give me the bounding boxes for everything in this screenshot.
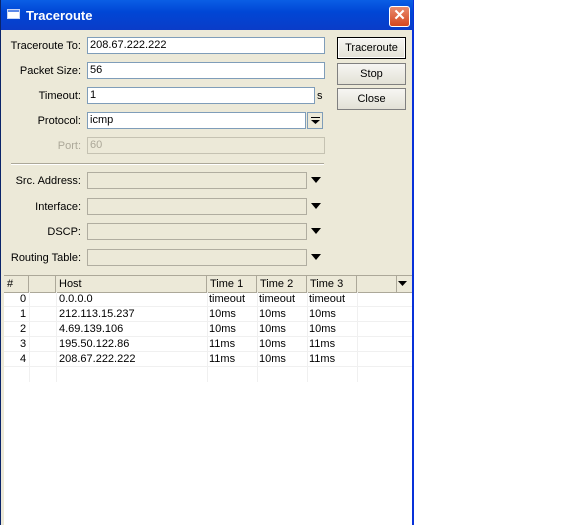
row-time1: 11ms <box>209 353 236 365</box>
close-window-button[interactable]: ✕ <box>389 6 410 27</box>
column-header-host[interactable]: Host <box>56 276 207 292</box>
row-host: 0.0.0.0 <box>59 293 93 305</box>
column-divider <box>207 292 208 382</box>
packet-size-label: Packet Size: <box>19 65 81 77</box>
packet-size-input[interactable]: 56 <box>87 62 325 79</box>
src-address-dropdown-icon[interactable] <box>311 177 323 185</box>
column-header-number[interactable]: # <box>4 276 29 292</box>
row-host: 208.67.222.222 <box>59 353 136 365</box>
close-button[interactable]: Close <box>337 88 406 110</box>
row-time2: 10ms <box>259 323 286 335</box>
results-table: # Host Time 1 Time 2 Time 3 0 0.0.0.0 ti… <box>4 275 412 526</box>
column-divider <box>307 292 308 382</box>
dscp-label: DSCP: <box>47 226 81 238</box>
timeout-label: Timeout: <box>38 90 81 102</box>
table-row[interactable]: 3 195.50.122.86 11ms 10ms 11ms <box>4 337 412 352</box>
row-time3: 11ms <box>309 353 336 365</box>
row-host: 195.50.122.86 <box>59 338 130 350</box>
column-header-flag[interactable] <box>29 276 56 292</box>
row-time2: 10ms <box>259 308 286 320</box>
routing-table-select[interactable] <box>87 249 307 266</box>
row-time3: 10ms <box>309 323 336 335</box>
column-header-time3[interactable]: Time 3 <box>307 276 357 292</box>
timeout-input[interactable]: 1 <box>87 87 315 104</box>
row-time1: timeout <box>209 293 246 305</box>
column-divider <box>257 292 258 382</box>
routing-table-dropdown-icon[interactable] <box>311 254 323 262</box>
interface-label: Interface: <box>35 201 81 213</box>
traceroute-to-input[interactable]: 208.67.222.222 <box>87 37 325 54</box>
column-header-filler <box>357 276 397 292</box>
column-divider <box>357 292 358 382</box>
row-time1: 10ms <box>209 308 236 320</box>
row-time3: 10ms <box>309 308 336 320</box>
table-row[interactable]: 4 208.67.222.222 11ms 10ms 11ms <box>4 352 412 367</box>
column-header-time2[interactable]: Time 2 <box>257 276 307 292</box>
dscp-select[interactable] <box>87 223 307 240</box>
interface-dropdown-icon[interactable] <box>311 203 323 211</box>
routing-table-label: Routing Table: <box>10 252 81 264</box>
column-menu-icon[interactable] <box>398 281 408 287</box>
stop-button[interactable]: Stop <box>337 63 406 85</box>
src-address-label: Src. Address: <box>15 175 81 187</box>
column-divider <box>29 292 30 382</box>
column-divider <box>56 292 57 382</box>
row-host: 212.113.15.237 <box>59 308 135 320</box>
row-time2: timeout <box>259 293 296 305</box>
form-divider <box>11 163 324 165</box>
port-input: 60 <box>87 137 325 154</box>
row-time3: timeout <box>309 293 346 305</box>
interface-select[interactable] <box>87 198 307 215</box>
table-header: # Host Time 1 Time 2 Time 3 <box>4 276 412 293</box>
row-time2: 10ms <box>259 338 286 350</box>
traceroute-to-label: Traceroute To: <box>10 40 81 52</box>
dscp-dropdown-icon[interactable] <box>311 228 323 236</box>
protocol-label: Protocol: <box>37 115 81 127</box>
src-address-select[interactable] <box>87 172 307 189</box>
row-time3: 11ms <box>309 338 336 350</box>
window-title: Traceroute <box>26 8 93 23</box>
table-row[interactable]: 2 4.69.139.106 10ms 10ms 10ms <box>4 322 412 337</box>
column-header-time1[interactable]: Time 1 <box>207 276 257 292</box>
title-bar[interactable]: Traceroute ✕ <box>1 0 413 30</box>
window-icon <box>7 9 20 19</box>
protocol-select[interactable]: icmp <box>87 112 306 129</box>
traceroute-window: Traceroute ✕ Traceroute To: 208.67.222.2… <box>0 0 414 526</box>
close-icon: ✕ <box>393 7 406 24</box>
row-time1: 11ms <box>209 338 236 350</box>
row-time1: 10ms <box>209 323 236 335</box>
port-label: Port: <box>57 140 81 152</box>
row-host: 4.69.139.106 <box>59 323 124 335</box>
chevron-down-icon <box>311 117 320 124</box>
protocol-dropdown-button[interactable] <box>307 112 323 129</box>
timeout-unit: s <box>317 90 323 102</box>
row-time2: 10ms <box>259 353 286 365</box>
table-row[interactable]: 0 0.0.0.0 timeout timeout timeout <box>4 292 412 307</box>
traceroute-button[interactable]: Traceroute <box>337 37 406 59</box>
table-row[interactable]: 1 212.113.15.237 10ms 10ms 10ms <box>4 307 412 322</box>
